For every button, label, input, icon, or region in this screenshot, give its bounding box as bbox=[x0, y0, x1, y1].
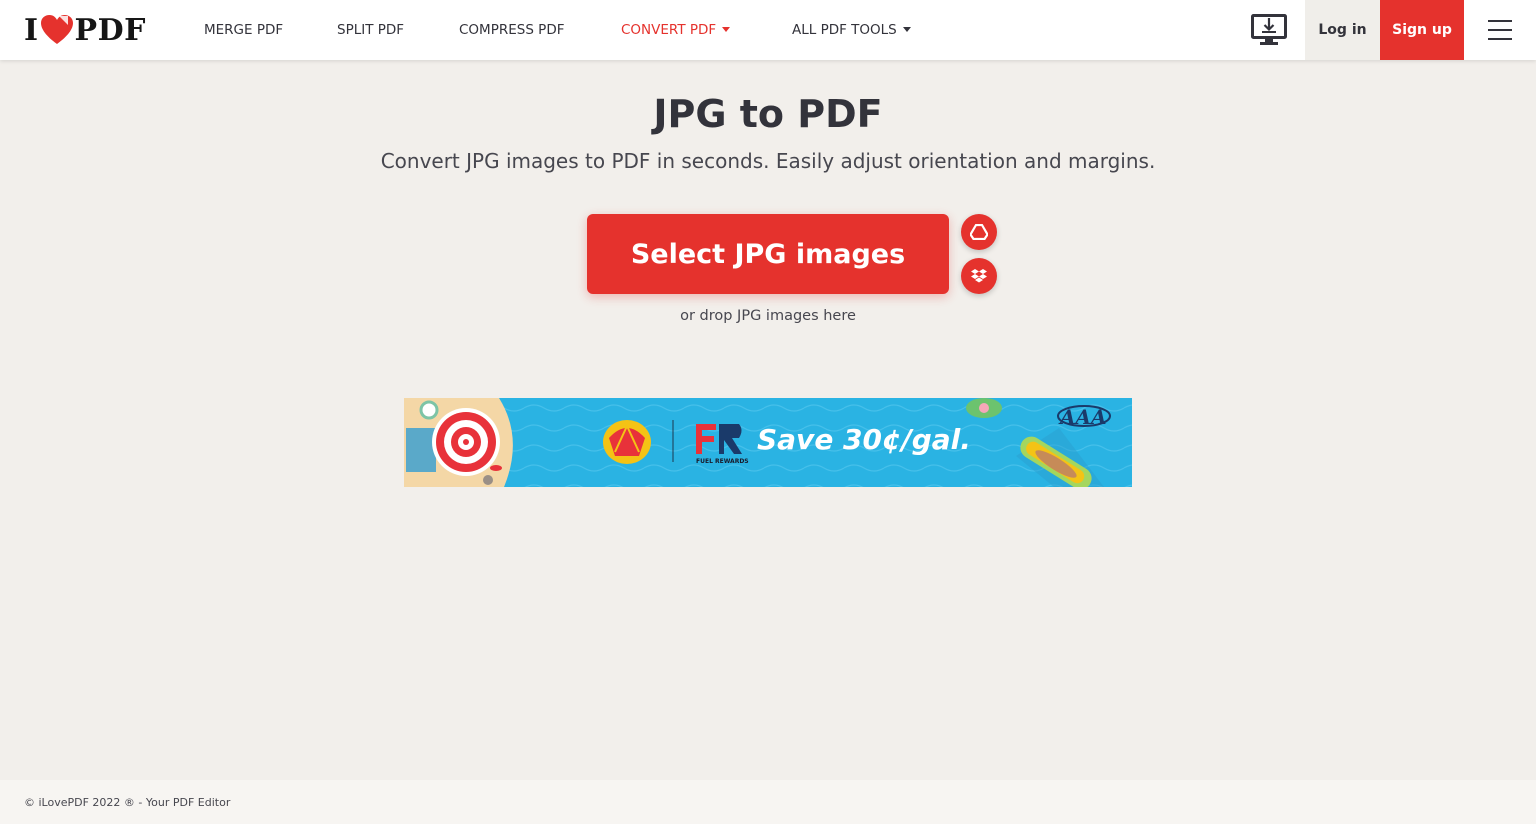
select-jpg-images-button[interactable]: Select JPG images bbox=[587, 214, 949, 294]
heart-icon bbox=[40, 15, 73, 44]
signup-label: Sign up bbox=[1392, 22, 1452, 38]
nav-label: ALL PDF TOOLS bbox=[792, 22, 897, 38]
ilovepdf-logo[interactable]: I PDF bbox=[24, 12, 146, 48]
drop-hint: or drop JPG images here bbox=[680, 308, 856, 324]
nav-all-pdf-tools[interactable]: ALL PDF TOOLS bbox=[792, 0, 911, 60]
google-drive-button[interactable] bbox=[961, 214, 997, 250]
caret-down-icon bbox=[902, 26, 911, 32]
menu-bar bbox=[1488, 20, 1512, 22]
hamburger-menu-icon[interactable] bbox=[1478, 14, 1522, 46]
ad-fuel-rewards-label: FUEL REWARDS bbox=[696, 458, 749, 465]
footer: © iLovePDF 2022 ® - Your PDF Editor bbox=[0, 780, 1536, 824]
logo-text-pdf: PDF bbox=[74, 12, 146, 48]
nav-label: COMPRESS PDF bbox=[459, 22, 565, 38]
nav-merge-pdf[interactable]: MERGE PDF bbox=[204, 0, 283, 60]
copyright-text: © iLovePDF 2022 ® - Your PDF Editor bbox=[24, 796, 231, 809]
dropbox-icon bbox=[971, 269, 987, 283]
nav-split-pdf[interactable]: SPLIT PDF bbox=[337, 0, 404, 60]
signup-button[interactable]: Sign up bbox=[1380, 0, 1464, 60]
page-title: JPG to PDF bbox=[653, 92, 883, 136]
svg-text:AAA: AAA bbox=[1058, 405, 1107, 429]
ad-headline: Save 30¢/gal. bbox=[757, 423, 971, 456]
google-drive-icon bbox=[970, 224, 988, 240]
select-button-label: Select JPG images bbox=[630, 238, 906, 270]
advertisement-banner[interactable]: AAA Save 30¢/gal. FUEL REWARDS bbox=[404, 398, 1132, 487]
caret-down-icon bbox=[722, 26, 731, 32]
login-button[interactable]: Log in bbox=[1305, 0, 1380, 60]
menu-bar bbox=[1488, 29, 1512, 31]
nav-label: CONVERT PDF bbox=[621, 22, 717, 38]
menu-bar bbox=[1488, 38, 1512, 40]
nav-convert-pdf[interactable]: CONVERT PDF bbox=[621, 0, 731, 60]
nav-compress-pdf[interactable]: COMPRESS PDF bbox=[459, 0, 564, 60]
page-subtitle: Convert JPG images to PDF in seconds. Ea… bbox=[380, 149, 1156, 173]
desktop-app-button[interactable] bbox=[1233, 0, 1305, 60]
desktop-download-icon bbox=[1251, 14, 1287, 45]
logo-text-i: I bbox=[24, 12, 39, 48]
nav-label: MERGE PDF bbox=[204, 22, 284, 38]
top-header: I PDF MERGE PDF SPLIT PDF COMPRESS PDF C… bbox=[0, 0, 1536, 60]
nav-label: SPLIT PDF bbox=[337, 22, 405, 38]
login-label: Log in bbox=[1318, 22, 1367, 38]
dropbox-button[interactable] bbox=[961, 258, 997, 294]
